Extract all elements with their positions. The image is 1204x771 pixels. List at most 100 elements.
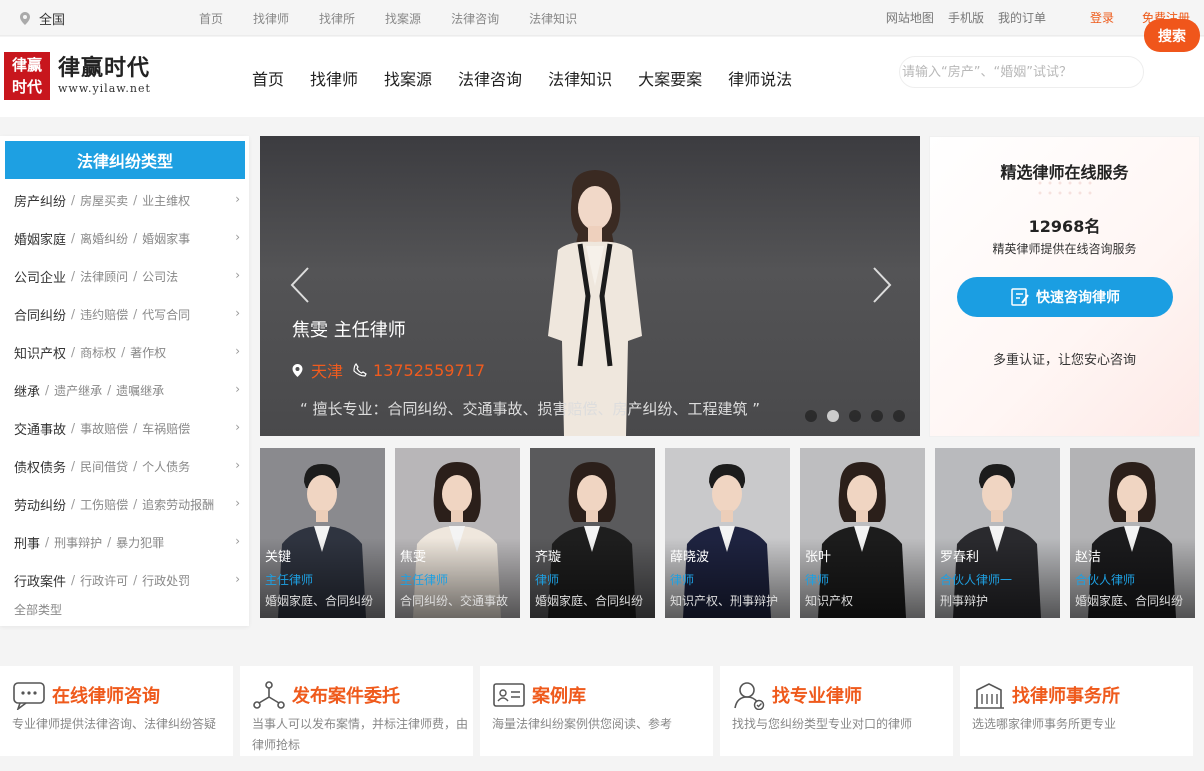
lawyer-name: 赵洁 xyxy=(1075,550,1102,565)
main-nav-find-case[interactable]: 找案源 xyxy=(384,66,432,90)
category-item[interactable]: 房产纠纷 / 房屋买卖 / 业主维权 › xyxy=(14,190,244,210)
search-input[interactable] xyxy=(900,57,1140,87)
category-item[interactable]: 公司企业 / 法律顾问 / 公司法 › xyxy=(14,266,244,286)
category-sub[interactable]: 房屋买卖 xyxy=(80,192,128,209)
category-separator: / xyxy=(133,307,138,321)
category-main[interactable]: 劳动纠纷 xyxy=(14,495,66,514)
location-selector[interactable]: 全国 xyxy=(20,9,65,28)
category-main[interactable]: 交通事故 xyxy=(14,419,66,438)
feature-card[interactable]: 发布案件委托 当事人可以发布案情，并标注律师费，由律师抢标 xyxy=(240,666,473,756)
category-main[interactable]: 合同纠纷 xyxy=(14,305,66,324)
category-item[interactable]: 刑事 / 刑事辩护 / 暴力犯罪 › xyxy=(14,532,244,552)
category-item[interactable]: 劳动纠纷 / 工伤赔偿 / 追索劳动报酬 › xyxy=(14,494,244,514)
top-nav-home[interactable]: 首页 xyxy=(199,10,223,27)
main-nav-big-cases[interactable]: 大案要案 xyxy=(638,66,702,90)
category-item[interactable]: 债权债务 / 民间借贷 / 个人债务 › xyxy=(14,456,244,476)
feature-card[interactable]: 找专业律师 找找与您纠纷类型专业对口的律师 xyxy=(720,666,953,756)
feature-title: 找律师事务所 xyxy=(1012,686,1120,707)
chevron-right-icon: › xyxy=(235,382,240,396)
category-sub[interactable]: 法律顾问 xyxy=(80,268,128,285)
mobile-link[interactable]: 手机版 xyxy=(948,9,984,26)
category-separator: / xyxy=(133,421,138,435)
category-item[interactable]: 交通事故 / 事故赔偿 / 车祸赔偿 › xyxy=(14,418,244,438)
category-main[interactable]: 公司企业 xyxy=(14,267,66,286)
lawyer-card[interactable]: 焦雯 主任律师 合同纠纷、交通事故 xyxy=(395,448,520,618)
category-separator: / xyxy=(133,497,138,511)
category-main[interactable]: 房产纠纷 xyxy=(14,191,66,210)
category-main[interactable]: 知识产权 xyxy=(14,343,66,362)
category-sub[interactable]: 民间借贷 xyxy=(80,458,128,475)
category-sub[interactable]: 违约赔偿 xyxy=(80,306,128,323)
category-item[interactable]: 合同纠纷 / 违约赔偿 / 代写合同 › xyxy=(14,304,244,324)
lawyer-banner[interactable]: 焦雯 主任律师 天津 13752559717 “ 擅长专业：合同纠纷、交通事故、… xyxy=(260,136,920,436)
top-nav-consult[interactable]: 法律咨询 xyxy=(451,10,499,27)
category-separator: / xyxy=(71,269,76,283)
category-sub[interactable]: 暴力犯罪 xyxy=(116,534,164,551)
lawyer-card[interactable]: 薛晓波 律师 知识产权、刑事辩护 xyxy=(665,448,790,618)
category-sub[interactable]: 商标权 xyxy=(80,344,116,361)
logo-text[interactable]: 律赢时代 xyxy=(58,50,150,82)
main-nav-home[interactable]: 首页 xyxy=(252,66,284,90)
category-sub[interactable]: 公司法 xyxy=(142,268,178,285)
slide-dot[interactable] xyxy=(893,410,905,422)
category-sub[interactable]: 遗产继承 xyxy=(54,382,102,399)
category-sub[interactable]: 代写合同 xyxy=(142,306,190,323)
lawyer-card[interactable]: 张叶 律师 知识产权 xyxy=(800,448,925,618)
category-main[interactable]: 婚姻家庭 xyxy=(14,229,66,248)
category-main[interactable]: 债权债务 xyxy=(14,457,66,476)
lawyer-card[interactable]: 赵洁 合伙人律师 婚姻家庭、合同纠纷 xyxy=(1070,448,1195,618)
category-sub[interactable]: 离婚纠纷 xyxy=(80,230,128,247)
category-sub[interactable]: 车祸赔偿 xyxy=(142,420,190,437)
banner-phone[interactable]: 13752559717 xyxy=(373,361,485,380)
category-sub[interactable]: 业主维权 xyxy=(142,192,190,209)
category-sub[interactable]: 行政处罚 xyxy=(142,572,190,589)
main-nav-knowledge[interactable]: 法律知识 xyxy=(548,66,612,90)
category-sub[interactable]: 事故赔偿 xyxy=(80,420,128,437)
sitemap-link[interactable]: 网站地图 xyxy=(886,9,934,26)
slide-dot[interactable] xyxy=(849,410,861,422)
category-main[interactable]: 行政案件 xyxy=(14,571,66,590)
category-sub[interactable]: 刑事辩护 xyxy=(54,534,102,551)
next-slide-arrow[interactable] xyxy=(870,266,894,304)
category-main[interactable]: 刑事 xyxy=(14,533,40,552)
category-sub[interactable]: 著作权 xyxy=(130,344,166,361)
slide-dot[interactable] xyxy=(827,410,839,422)
category-item[interactable]: 继承 / 遗产继承 / 遗嘱继承 › xyxy=(14,380,244,400)
lawyer-name: 焦雯 xyxy=(400,550,427,565)
category-item[interactable]: 行政案件 / 行政许可 / 行政处罚 › xyxy=(14,570,244,590)
prev-slide-arrow[interactable] xyxy=(288,266,312,304)
quick-consult-button[interactable]: 快速咨询律师 xyxy=(957,277,1173,317)
logo-mark[interactable]: 律赢 时代 xyxy=(4,52,50,100)
main-nav-find-lawyer[interactable]: 找律师 xyxy=(310,66,358,90)
top-nav-find-case[interactable]: 找案源 xyxy=(385,10,421,27)
category-sub[interactable]: 遗嘱继承 xyxy=(116,382,164,399)
top-nav-find-firm[interactable]: 找律所 xyxy=(319,10,355,27)
all-types-link[interactable]: 全部类型 xyxy=(14,601,62,618)
category-separator: / xyxy=(107,535,112,549)
feature-card[interactable]: 案例库 海量法律纠纷案例供您阅读、参考 xyxy=(480,666,713,756)
lawyer-card[interactable]: 关键 主任律师 婚姻家庭、合同纠纷 xyxy=(260,448,385,618)
category-item[interactable]: 婚姻家庭 / 离婚纠纷 / 婚姻家事 › xyxy=(14,228,244,248)
category-item[interactable]: 知识产权 / 商标权 / 著作权 › xyxy=(14,342,244,362)
featured-service-panel: 精选律师在线服务 12968名 精英律师提供在线咨询服务 快速咨询律师 多重认证… xyxy=(929,136,1200,437)
lawyer-card[interactable]: 齐璇 律师 婚姻家庭、合同纠纷 xyxy=(530,448,655,618)
slide-dot[interactable] xyxy=(871,410,883,422)
login-link[interactable]: 登录 xyxy=(1090,9,1114,26)
category-sub[interactable]: 行政许可 xyxy=(80,572,128,589)
main-nav-lawyer-talks[interactable]: 律师说法 xyxy=(728,66,792,90)
my-orders-link[interactable]: 我的订单 xyxy=(998,9,1046,26)
lawyer-card[interactable]: 罗春利 合伙人律师一 刑事辩护 xyxy=(935,448,1060,618)
category-sub[interactable]: 追索劳动报酬 xyxy=(142,496,214,513)
search-button[interactable]: 搜索 xyxy=(1144,19,1200,52)
main-nav-consult[interactable]: 法律咨询 xyxy=(458,66,522,90)
slide-dot[interactable] xyxy=(805,410,817,422)
category-main[interactable]: 继承 xyxy=(14,381,40,400)
top-nav-find-lawyer[interactable]: 找律师 xyxy=(253,10,289,27)
top-nav-knowledge[interactable]: 法律知识 xyxy=(529,10,577,27)
logo-url: www.yilaw.net xyxy=(58,82,151,95)
category-sub[interactable]: 个人债务 xyxy=(142,458,190,475)
feature-card[interactable]: 在线律师咨询 专业律师提供法律咨询、法律纠纷答疑 xyxy=(0,666,233,756)
feature-card[interactable]: 找律师事务所 选选哪家律师事务所更专业 xyxy=(960,666,1193,756)
category-sub[interactable]: 婚姻家事 xyxy=(142,230,190,247)
category-sub[interactable]: 工伤赔偿 xyxy=(80,496,128,513)
